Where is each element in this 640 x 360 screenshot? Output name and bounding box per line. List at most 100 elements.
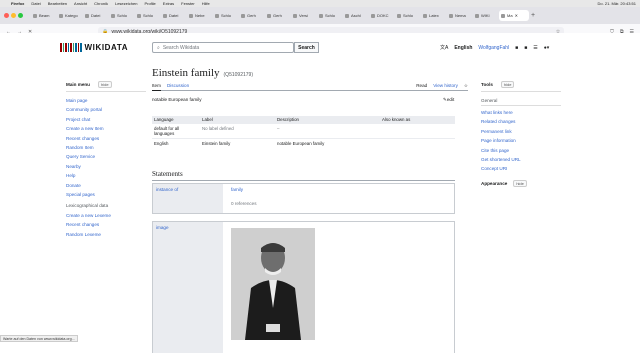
tab-favicon-icon (449, 13, 453, 18)
browser-tab[interactable]: Latex (421, 10, 445, 21)
user-link[interactable]: WolfgangFahl (478, 45, 509, 51)
references-toggle[interactable]: 0 references (231, 201, 446, 206)
table-cell: – (275, 123, 380, 139)
tab-read[interactable]: Read (416, 83, 427, 90)
tools-link[interactable]: Related changes (481, 117, 561, 126)
menu-link[interactable]: Help (66, 171, 146, 180)
browser-tab[interactable]: Datei (83, 10, 107, 21)
menu-link[interactable]: Recent changes (66, 134, 146, 143)
tab-view-history[interactable]: View history (433, 83, 458, 90)
main-menu-hide-button[interactable]: hide (98, 81, 112, 88)
close-tab-icon[interactable]: ✕ (515, 13, 518, 18)
column-header: Language (152, 116, 200, 124)
property-link[interactable]: image (153, 222, 223, 353)
property-link[interactable]: instance of (153, 184, 223, 213)
language-icon[interactable]: 文A (440, 44, 448, 51)
zoom-window-icon[interactable] (18, 13, 23, 18)
appearance-header: Appearance hide (481, 179, 561, 187)
language-selector[interactable]: English (454, 45, 472, 51)
tools-link[interactable]: Permanent link (481, 127, 561, 136)
tools-link[interactable]: Get shortened URL (481, 155, 561, 164)
menu-link[interactable]: Community portal (66, 105, 146, 114)
page-actions: Read View history ☆ (416, 83, 468, 90)
tab-favicon-icon (59, 13, 63, 18)
menu-link[interactable]: Nearby (66, 162, 146, 171)
table-cell (380, 123, 455, 139)
appearance-hide-button[interactable]: hide (513, 179, 527, 187)
tools-link[interactable]: Page information (481, 136, 561, 145)
menu-link[interactable]: Project chat (66, 115, 146, 124)
mac-menu-bar: Firefox Datei Bearbeiten Ansicht Chronik… (0, 0, 640, 7)
browser-tab[interactable]: Katego (57, 10, 81, 21)
tab-discussion[interactable]: Discussion (167, 83, 189, 90)
browser-tab[interactable]: WIKI (473, 10, 497, 21)
browser-tab[interactable]: DOKC (369, 10, 393, 21)
menu-bearbeiten[interactable]: Bearbeiten (48, 1, 67, 6)
menu-fenster[interactable]: Fenster (181, 1, 195, 6)
lexeme-link[interactable]: Random Lexeme (66, 230, 146, 239)
tools-hide-button[interactable]: hide (500, 81, 515, 88)
menu-link[interactable]: Main page (66, 96, 146, 105)
main-menu-header: Main menu hide (66, 81, 146, 92)
personal-tools: 文A English WolfgangFahl ■ ■ ☰ ●▾ (440, 44, 550, 52)
menu-link[interactable]: Create a new Item (66, 124, 146, 133)
notifications-icon[interactable]: ■ (515, 45, 518, 51)
edit-link[interactable]: ✎edit (443, 97, 454, 103)
close-window-icon[interactable] (4, 13, 9, 18)
menu-firefox[interactable]: Firefox (11, 1, 24, 6)
clock[interactable]: Do. 21. Mär. 20:43:51 (598, 1, 636, 6)
browser-tab[interactable]: Schlo (109, 10, 133, 21)
wikidata-logo[interactable]: WIKIDATA (60, 43, 128, 52)
menu-chronik[interactable]: Chronik (94, 1, 108, 6)
portrait-image[interactable] (231, 228, 315, 340)
tab-favicon-icon (215, 13, 219, 18)
menu-link[interactable]: Special pages (66, 190, 146, 199)
new-tab-icon[interactable]: + (531, 12, 535, 19)
tab-bar: Beam Katego Datei Schlo Schlo Datei Nebe… (0, 7, 640, 24)
minimize-window-icon[interactable] (11, 13, 16, 18)
browser-tab[interactable]: Schlo (213, 10, 237, 21)
browser-tab[interactable]: Schlo (395, 10, 419, 21)
watch-star-icon[interactable]: ☆ (464, 83, 468, 90)
menu-link[interactable]: Random Item (66, 143, 146, 152)
tools-link[interactable]: What links here (481, 108, 561, 117)
browser-tab[interactable]: Nebe (187, 10, 211, 21)
menu-link[interactable]: Query Service (66, 152, 146, 161)
tools-link[interactable]: Cite this page (481, 146, 561, 155)
menu-link[interactable]: Donate (66, 181, 146, 190)
tab-favicon-icon (319, 13, 323, 18)
claim-value: family 0 references (223, 184, 454, 213)
browser-tab[interactable]: Nema (447, 10, 471, 21)
tab-favicon-icon (33, 13, 37, 18)
browser-tab[interactable]: Beam (31, 10, 55, 21)
main-menu: Main menu hide Main page Community porta… (66, 81, 146, 239)
statements-heading: Statements (152, 170, 455, 181)
browser-tab[interactable]: Gerh (239, 10, 263, 21)
lexeme-link[interactable]: Recent changes (66, 220, 146, 229)
browser-tab[interactable]: Schlo (135, 10, 159, 21)
wikidata-page: WIKIDATA ⌕ Search Wikidata Search 文A Eng… (0, 33, 640, 353)
value-link[interactable]: family (231, 187, 446, 192)
search-input[interactable]: ⌕ Search Wikidata (152, 42, 294, 53)
watchlist-icon[interactable]: ☰ (533, 45, 537, 51)
menu-profile[interactable]: Profile (144, 1, 155, 6)
menu-lesezeichen[interactable]: Lesezeichen (115, 1, 137, 6)
menu-extras[interactable]: Extras (163, 1, 174, 6)
user-icon[interactable]: ●▾ (544, 45, 550, 51)
tab-favicon-icon (189, 13, 193, 18)
browser-tab[interactable]: Gerh (265, 10, 289, 21)
lexeme-link[interactable]: Create a new Lexeme (66, 211, 146, 220)
table-row: English Einstein family notable European… (152, 138, 455, 148)
menu-hilfe[interactable]: Hilfe (202, 1, 210, 6)
menu-datei[interactable]: Datei (31, 1, 40, 6)
notices-icon[interactable]: ■ (524, 45, 527, 51)
browser-tab-active[interactable]: Ma ✕ (499, 10, 529, 21)
browser-tab[interactable]: Datei (161, 10, 185, 21)
tab-item[interactable]: Item (152, 83, 161, 91)
search-button[interactable]: Search (294, 42, 319, 53)
browser-tab[interactable]: Aschl (343, 10, 367, 21)
tools-link[interactable]: Concept URI (481, 164, 561, 173)
menu-ansicht[interactable]: Ansicht (74, 1, 87, 6)
browser-tab[interactable]: Schlo (317, 10, 341, 21)
browser-tab[interactable]: Versi (291, 10, 315, 21)
